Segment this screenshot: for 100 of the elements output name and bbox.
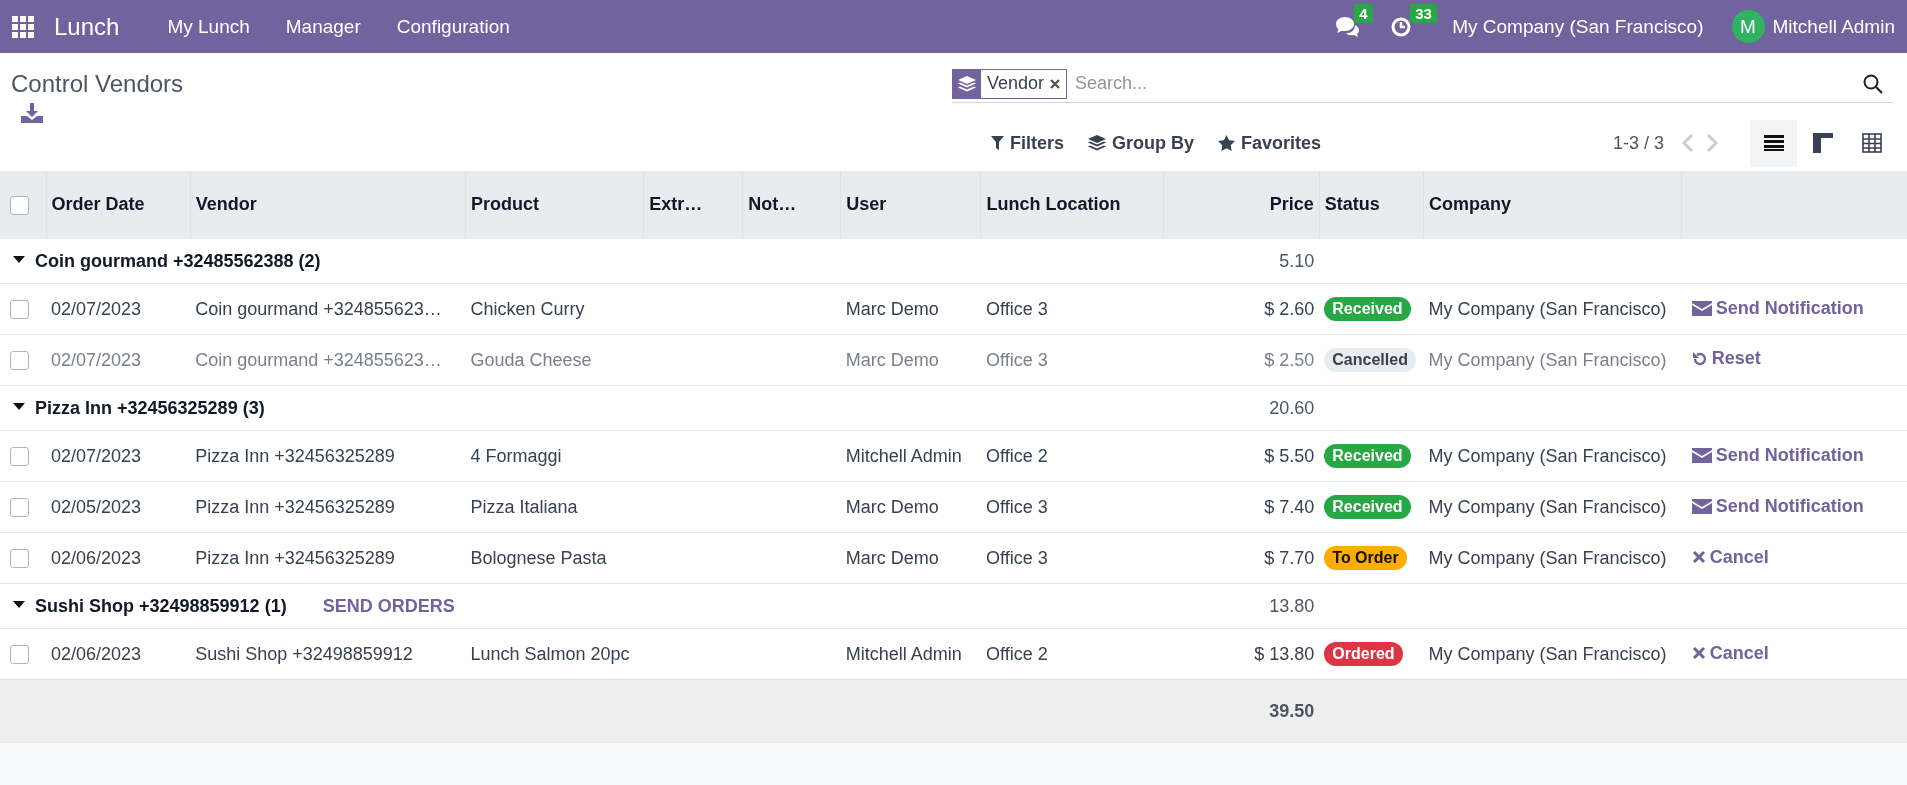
table-cell: Pizza Inn +32456325289 (195, 496, 395, 517)
column-header[interactable]: Lunch Location (980, 171, 1164, 239)
search-facet[interactable]: Vendor (952, 68, 1068, 99)
table-cell: My Company (San Francisco) (1428, 445, 1667, 466)
table-cell: Office 3 (985, 349, 1048, 370)
table-cell: 02/07/2023 (51, 349, 142, 370)
list-view-icon[interactable] (1763, 134, 1784, 152)
table-cell: My Company (San Francisco) (1428, 349, 1667, 370)
table-cell: Pizza Inn +32456325289 (195, 445, 395, 466)
clock-icon[interactable] (1390, 15, 1413, 38)
group-label[interactable]: Sushi Shop +32498859912 (1) (35, 595, 287, 616)
send-notification-button[interactable]: Send Notification (1686, 297, 1864, 319)
column-header[interactable]: Order Date (46, 171, 191, 239)
group-by-button[interactable]: Group By (1076, 132, 1207, 154)
search-field[interactable]: Vendor Search... (952, 65, 1893, 103)
checkbox[interactable] (10, 498, 29, 518)
checkbox[interactable] (10, 447, 29, 467)
column-header[interactable]: Price (1163, 171, 1320, 239)
group-total: 20.60 (1269, 397, 1315, 418)
envelope-icon (1691, 300, 1712, 316)
envelope-icon (1691, 447, 1712, 463)
caret-icon[interactable] (13, 403, 25, 411)
table-row[interactable]: 02/07/2023 Coin gourmand +324855623… Chicken Curry Marc Demo Office 3 $ 2.60 Received My Company (San Francisco) Send Notification (0, 283, 1907, 335)
undo-icon (1691, 350, 1708, 367)
table-row[interactable]: 02/07/2023 Pizza Inn +32456325289 4 Formaggi Mitchell Admin Office 2 $ 5.50 Received My Company (San Francisco) Send Notification (0, 430, 1907, 482)
close-icon (1691, 550, 1706, 565)
status-badge: Ordered (1324, 642, 1403, 666)
menu-item[interactable]: Configuration (378, 15, 528, 38)
column-header[interactable]: Not… (742, 171, 841, 239)
search-icon[interactable] (1863, 73, 1883, 94)
checkbox[interactable] (10, 195, 29, 215)
chat-icon[interactable] (1334, 15, 1361, 38)
send-orders-button[interactable]: SEND ORDERS (316, 594, 461, 618)
column-header[interactable]: Extr… (643, 171, 743, 239)
checkbox[interactable] (10, 549, 29, 569)
app-name[interactable]: Lunch (34, 12, 150, 41)
remove-icon[interactable] (1050, 78, 1061, 89)
table-cell: Chicken Curry (470, 298, 585, 319)
status-badge: Cancelled (1324, 348, 1416, 372)
table-cell: 02/07/2023 (51, 298, 142, 319)
kanban-view-icon[interactable] (1812, 133, 1833, 153)
checkbox[interactable] (10, 300, 29, 320)
table-row[interactable]: 02/07/2023 Coin gourmand +324855623… Gouda Cheese Marc Demo Office 3 $ 2.50 Cancelled My Company (San Francisco) Reset (0, 334, 1907, 386)
status-badge: Received (1324, 444, 1411, 468)
send-notification-button[interactable]: Send Notification (1686, 444, 1864, 466)
activity-count-badge: 33 (1410, 3, 1437, 23)
table-cell: Office 2 (985, 445, 1048, 466)
cancel-button[interactable]: Cancel (1686, 642, 1769, 664)
table-cell: Marc Demo (845, 496, 939, 517)
column-header[interactable]: Product (465, 171, 644, 239)
grid-view-icon[interactable] (1861, 133, 1882, 153)
table-row[interactable]: 02/05/2023 Pizza Inn +32456325289 Pizza Italiana Marc Demo Office 3 $ 7.40 Received My Company (San Francisco) Send Notification (0, 481, 1907, 533)
table-cell: Office 3 (985, 547, 1048, 568)
company-switcher[interactable]: My Company (San Francisco) (1452, 15, 1704, 38)
column-header[interactable]: User (840, 171, 981, 239)
filters-button[interactable]: Filters (979, 132, 1077, 154)
table-cell: 02/06/2023 (51, 643, 142, 664)
filter-icon (991, 136, 1004, 150)
table-cell: 02/07/2023 (51, 445, 142, 466)
menu-item[interactable]: Manager (267, 15, 379, 38)
column-header[interactable]: Vendor (190, 171, 466, 239)
cancel-button[interactable]: Cancel (1686, 546, 1769, 568)
table-cell: My Company (San Francisco) (1428, 298, 1667, 319)
user-name[interactable]: Mitchell Admin (1772, 15, 1895, 38)
grand-total: 39.50 (1269, 701, 1315, 721)
table-cell: 02/05/2023 (51, 496, 142, 517)
page-title: Control Vendors (11, 70, 185, 98)
table-cell: $ 13.80 (1254, 643, 1315, 664)
group-total: 13.80 (1269, 595, 1315, 616)
table-cell: My Company (San Francisco) (1428, 643, 1667, 664)
menu-item[interactable]: My Lunch (149, 15, 268, 38)
table-row[interactable]: 02/06/2023 Pizza Inn +32456325289 Bolognese Pasta Marc Demo Office 3 $ 7.70 To Order My Company (San Francisco) Cancel (0, 532, 1907, 584)
table-cell: My Company (San Francisco) (1428, 547, 1667, 568)
layers-icon (958, 75, 976, 92)
table-cell: $ 2.60 (1264, 298, 1315, 319)
caret-icon[interactable] (13, 256, 25, 264)
reset-button[interactable]: Reset (1686, 348, 1761, 370)
send-notification-button[interactable]: Send Notification (1686, 495, 1864, 517)
table-cell: Pizza Inn +32456325289 (195, 547, 395, 568)
message-count-badge: 4 (1354, 3, 1373, 23)
table-cell: 02/06/2023 (51, 547, 142, 568)
view-switcher-tab[interactable] (1750, 119, 1797, 167)
column-header[interactable]: Status (1319, 171, 1424, 239)
table-cell: Bolognese Pasta (470, 547, 607, 568)
favorites-button[interactable]: Favorites (1206, 132, 1334, 154)
checkbox[interactable] (10, 645, 29, 665)
app-grid-icon[interactable] (12, 15, 34, 38)
table-cell: $ 2.50 (1264, 349, 1315, 370)
table-cell: Marc Demo (845, 349, 939, 370)
group-label[interactable]: Coin gourmand +32485562388 (2) (35, 250, 321, 271)
table-cell: $ 7.70 (1264, 547, 1315, 568)
table-cell: $ 5.50 (1264, 445, 1315, 466)
table-cell: Marc Demo (845, 298, 939, 319)
group-label[interactable]: Pizza Inn +32456325289 (3) (35, 397, 265, 418)
table-cell: My Company (San Francisco) (1428, 496, 1667, 517)
column-header[interactable]: Company (1423, 171, 1682, 239)
table-cell: Office 3 (985, 496, 1048, 517)
caret-icon[interactable] (13, 601, 25, 609)
checkbox[interactable] (10, 351, 29, 371)
status-badge: Received (1324, 297, 1411, 321)
